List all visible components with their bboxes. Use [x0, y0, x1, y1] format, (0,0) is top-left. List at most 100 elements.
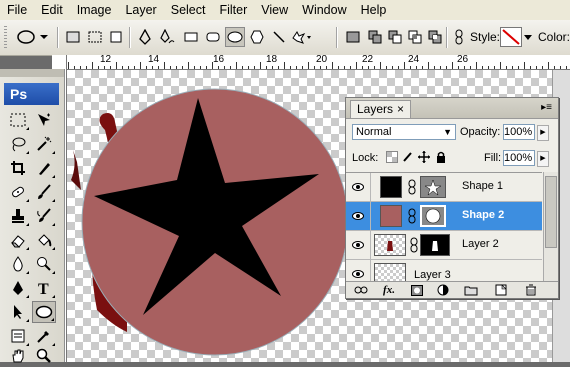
lasso-tool[interactable]: [6, 133, 30, 155]
layer-color-thumbnail[interactable]: [380, 205, 402, 227]
fill-input[interactable]: 100%: [503, 150, 535, 166]
hand-tool[interactable]: [6, 345, 30, 367]
scroll-thumb[interactable]: [545, 176, 557, 248]
line-option[interactable]: [269, 27, 289, 47]
new-shape-area-button[interactable]: [343, 27, 363, 47]
menu-edit[interactable]: Edit: [34, 0, 70, 20]
layer-style-button[interactable]: fx.: [382, 284, 396, 296]
ellipse-shape-tool[interactable]: [32, 301, 56, 323]
layer-name[interactable]: Layer 3: [414, 269, 451, 281]
new-group-icon[interactable]: [464, 284, 478, 296]
menu-image[interactable]: Image: [70, 0, 119, 20]
custom-shape-option[interactable]: [290, 27, 314, 47]
crop-tool[interactable]: [6, 157, 30, 179]
pen-tool-option[interactable]: [135, 27, 155, 47]
layers-panel-header[interactable]: Layers × ▸≡: [346, 98, 558, 119]
subtract-from-shape-area-button[interactable]: [385, 27, 405, 47]
eye-icon[interactable]: [352, 181, 364, 193]
eraser-tool[interactable]: [6, 229, 30, 251]
link-style-button[interactable]: [450, 27, 468, 47]
ruler-number: 26: [457, 55, 469, 65]
link-layers-icon[interactable]: [354, 284, 368, 296]
menu-view[interactable]: View: [254, 0, 295, 20]
paths-button[interactable]: [85, 27, 105, 47]
add-mask-icon[interactable]: [410, 284, 424, 296]
layer-name[interactable]: Layer 2: [462, 238, 499, 250]
layer-color-thumbnail[interactable]: [380, 176, 402, 198]
layer-row-shape-1[interactable]: Shape 1: [346, 173, 542, 202]
lock-pixels-icon[interactable]: [402, 151, 414, 163]
ellipse-option[interactable]: [225, 27, 245, 47]
freeform-pen-option[interactable]: [157, 27, 177, 47]
add-to-shape-area-button[interactable]: [365, 27, 385, 47]
layer-name[interactable]: Shape 2: [462, 209, 504, 221]
marquee-tool[interactable]: [6, 109, 30, 131]
layer-row-layer-2[interactable]: Layer 2: [346, 231, 542, 260]
history-brush-tool[interactable]: [32, 205, 56, 227]
layer-row-layer-3[interactable]: Layer 3: [346, 260, 542, 283]
layer-mask-thumbnail[interactable]: [420, 234, 450, 256]
options-grip[interactable]: [4, 26, 7, 49]
menu-window[interactable]: Window: [295, 0, 353, 20]
notes-tool[interactable]: [6, 325, 30, 347]
menu-help[interactable]: Help: [354, 0, 394, 20]
menu-filter[interactable]: Filter: [212, 0, 254, 20]
layer-thumbnail[interactable]: [374, 263, 406, 283]
layers-scrollbar[interactable]: [543, 172, 558, 282]
style-picker[interactable]: [500, 27, 522, 47]
chevron-down-icon[interactable]: [524, 35, 532, 41]
brush-tool[interactable]: [32, 181, 56, 203]
ruler-tick: [458, 66, 459, 69]
eye-icon[interactable]: [352, 210, 364, 222]
close-icon[interactable]: ×: [397, 102, 404, 116]
blur-tool[interactable]: [6, 253, 30, 275]
panel-menu-icon[interactable]: ▸≡: [541, 102, 552, 113]
new-layer-icon[interactable]: [494, 284, 508, 296]
move-tool[interactable]: [32, 109, 56, 131]
layer-thumbnail[interactable]: [374, 234, 406, 256]
blend-mode-select[interactable]: Normal ▼: [352, 124, 456, 140]
rectangle-option[interactable]: [181, 27, 201, 47]
ruler-tick: [560, 66, 561, 69]
lock-position-icon[interactable]: [418, 151, 430, 163]
layer-row-shape-2[interactable]: Shape 2: [346, 202, 542, 231]
intersect-shape-areas-button[interactable]: [405, 27, 425, 47]
fill-arrow-button[interactable]: ▶: [537, 151, 549, 167]
fill-pixels-button[interactable]: [106, 27, 126, 47]
menu-layer[interactable]: Layer: [118, 0, 163, 20]
layers-bottom-bar: fx.: [346, 281, 558, 298]
ps-logo[interactable]: Ps: [4, 83, 59, 105]
slice-tool[interactable]: [32, 157, 56, 179]
healing-brush-tool[interactable]: [6, 181, 30, 203]
opacity-arrow-button[interactable]: ▶: [537, 125, 549, 141]
magic-wand-tool[interactable]: [32, 133, 56, 155]
tool-preset-picker[interactable]: [12, 27, 52, 47]
zoom-tool[interactable]: [32, 345, 56, 367]
eyedropper-tool[interactable]: [32, 325, 56, 347]
trash-icon[interactable]: [524, 284, 538, 296]
lock-all-icon[interactable]: [435, 151, 447, 163]
eye-icon[interactable]: [352, 268, 364, 280]
type-tool[interactable]: T: [32, 277, 56, 299]
exclude-overlapping-button[interactable]: [425, 27, 445, 47]
paint-bucket-tool[interactable]: [32, 229, 56, 251]
toolbox-grip[interactable]: [0, 69, 64, 77]
menu-file[interactable]: File: [0, 0, 34, 20]
rounded-rectangle-option[interactable]: [203, 27, 223, 47]
eye-icon[interactable]: [352, 239, 364, 251]
path-selection-tool[interactable]: [6, 301, 30, 323]
lock-transparency-icon[interactable]: [386, 151, 398, 163]
star-mask-icon: [424, 179, 442, 196]
layers-tab[interactable]: Layers ×: [350, 100, 412, 118]
shape-layers-button[interactable]: [63, 27, 83, 47]
menu-select[interactable]: Select: [164, 0, 213, 20]
polygon-option[interactable]: [247, 27, 267, 47]
layer-name[interactable]: Shape 1: [462, 180, 503, 192]
pen-tool[interactable]: [6, 277, 30, 299]
dodge-tool[interactable]: [32, 253, 56, 275]
clone-stamp-tool[interactable]: [6, 205, 30, 227]
layer-mask-thumbnail[interactable]: [420, 176, 446, 198]
adjustment-layer-icon[interactable]: [436, 284, 450, 296]
layer-mask-thumbnail[interactable]: [420, 205, 446, 227]
opacity-input[interactable]: 100%: [503, 124, 535, 140]
